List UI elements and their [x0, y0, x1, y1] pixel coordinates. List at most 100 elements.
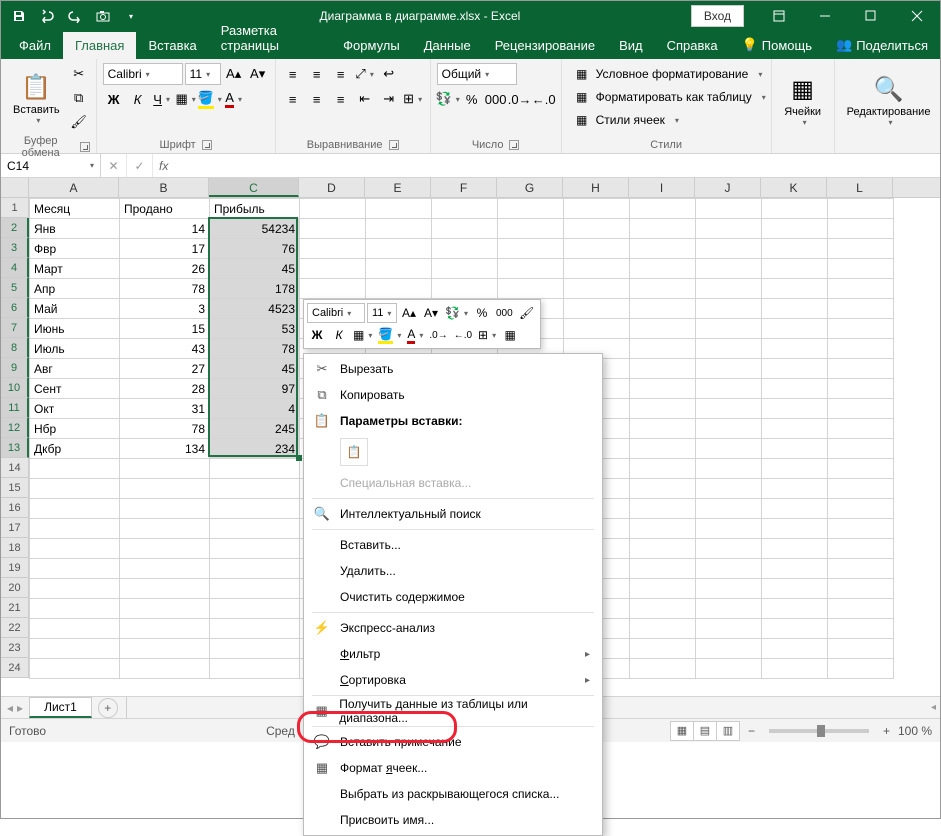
row-header-10[interactable]: 10 — [1, 378, 29, 398]
mt-increase-font-icon[interactable]: A▴ — [399, 303, 419, 323]
row-header-18[interactable]: 18 — [1, 538, 29, 558]
cell[interactable] — [630, 339, 696, 359]
add-sheet-button[interactable]: + — [98, 698, 118, 718]
tab-view[interactable]: Вид — [607, 32, 655, 59]
cm-pick-from-list[interactable]: Выбрать из раскрывающегося списка... — [304, 781, 602, 807]
cell[interactable] — [630, 319, 696, 339]
cell[interactable] — [762, 199, 828, 219]
cell[interactable] — [564, 299, 630, 319]
cell[interactable] — [828, 459, 894, 479]
merge-cells-icon[interactable]: ⊞▾ — [402, 88, 424, 110]
redo-icon[interactable] — [63, 4, 87, 28]
cell[interactable] — [630, 519, 696, 539]
comma-format-icon[interactable]: 000 — [485, 88, 507, 110]
align-left-icon[interactable]: ≡ — [282, 88, 304, 110]
cell[interactable] — [762, 399, 828, 419]
name-box[interactable]: C14▾ — [1, 154, 101, 177]
italic-button[interactable]: К — [127, 88, 149, 110]
row-header-24[interactable]: 24 — [1, 658, 29, 678]
col-header-I[interactable]: I — [629, 178, 695, 197]
cell[interactable] — [210, 559, 300, 579]
row-header-22[interactable]: 22 — [1, 618, 29, 638]
cell[interactable] — [564, 279, 630, 299]
cell[interactable] — [120, 639, 210, 659]
cell[interactable] — [210, 459, 300, 479]
cell[interactable] — [696, 199, 762, 219]
cell[interactable] — [120, 539, 210, 559]
cell[interactable] — [828, 219, 894, 239]
cell[interactable] — [696, 239, 762, 259]
cell[interactable] — [630, 639, 696, 659]
cell[interactable] — [630, 419, 696, 439]
dialog-launcher-font[interactable] — [202, 140, 212, 150]
decrease-font-icon[interactable]: A▾ — [247, 63, 269, 85]
cell[interactable]: 78 — [210, 339, 300, 359]
mt-decrease-decimal-icon[interactable]: ←.0 — [452, 325, 474, 345]
cell[interactable] — [828, 539, 894, 559]
cell[interactable] — [30, 499, 120, 519]
cell-styles-button[interactable]: ▦Стили ячеек▾ — [568, 109, 685, 131]
cell[interactable] — [828, 379, 894, 399]
cell[interactable]: Май — [30, 299, 120, 319]
cell[interactable] — [762, 599, 828, 619]
font-color-button[interactable]: A▾ — [223, 88, 245, 110]
accept-formula-icon[interactable]: ✓ — [127, 154, 153, 177]
cell[interactable]: 178 — [210, 279, 300, 299]
col-header-B[interactable]: B — [119, 178, 209, 197]
cell[interactable] — [630, 579, 696, 599]
cell[interactable] — [30, 559, 120, 579]
cell[interactable] — [300, 219, 366, 239]
row-header-3[interactable]: 3 — [1, 238, 29, 258]
cell[interactable] — [30, 639, 120, 659]
cut-icon[interactable]: ✂ — [68, 63, 90, 85]
cancel-formula-icon[interactable]: ✕ — [101, 154, 127, 177]
mt-format-painter-icon[interactable]: 🖌 — [517, 303, 537, 323]
cell[interactable] — [828, 319, 894, 339]
cell[interactable] — [762, 659, 828, 679]
cm-format-cells[interactable]: ▦Формат ячеек... — [304, 755, 602, 781]
cell[interactable]: 134 — [120, 439, 210, 459]
cell[interactable] — [300, 279, 366, 299]
row-header-14[interactable]: 14 — [1, 458, 29, 478]
cell[interactable]: 28 — [120, 379, 210, 399]
cell[interactable] — [30, 479, 120, 499]
col-header-A[interactable]: A — [29, 178, 119, 197]
cell[interactable]: 45 — [210, 259, 300, 279]
cell[interactable] — [828, 359, 894, 379]
cell[interactable]: Июнь — [30, 319, 120, 339]
cell[interactable] — [762, 259, 828, 279]
cell[interactable]: Март — [30, 259, 120, 279]
mt-percent-icon[interactable]: % — [472, 303, 492, 323]
cell[interactable]: Нбр — [30, 419, 120, 439]
cell[interactable] — [762, 559, 828, 579]
minimize-icon[interactable] — [802, 1, 848, 31]
cell[interactable] — [696, 639, 762, 659]
cell[interactable] — [630, 299, 696, 319]
cell[interactable]: Авг — [30, 359, 120, 379]
cell[interactable] — [30, 659, 120, 679]
cell[interactable] — [432, 239, 498, 259]
cell[interactable]: Янв — [30, 219, 120, 239]
cell[interactable] — [432, 219, 498, 239]
cell[interactable] — [696, 519, 762, 539]
cell[interactable] — [828, 519, 894, 539]
zoom-in-icon[interactable]: + — [883, 724, 890, 738]
bold-button[interactable]: Ж — [103, 88, 125, 110]
cell[interactable] — [630, 499, 696, 519]
tab-insert[interactable]: Вставка — [136, 32, 208, 59]
sheet-tab[interactable]: Лист1 — [29, 697, 92, 718]
row-header-7[interactable]: 7 — [1, 318, 29, 338]
zoom-level[interactable]: 100 % — [898, 724, 932, 738]
cell[interactable] — [762, 299, 828, 319]
cell[interactable] — [828, 239, 894, 259]
qat-customize-icon[interactable]: ▾ — [119, 4, 143, 28]
fill-color-button[interactable]: 🪣▾ — [199, 88, 221, 110]
row-header-23[interactable]: 23 — [1, 638, 29, 658]
cell[interactable] — [210, 519, 300, 539]
mt-fill-color-button[interactable]: 🪣▾ — [376, 325, 403, 345]
cell[interactable] — [630, 219, 696, 239]
cell[interactable] — [828, 559, 894, 579]
save-icon[interactable] — [7, 4, 31, 28]
cell[interactable]: Сент — [30, 379, 120, 399]
cell[interactable] — [828, 419, 894, 439]
